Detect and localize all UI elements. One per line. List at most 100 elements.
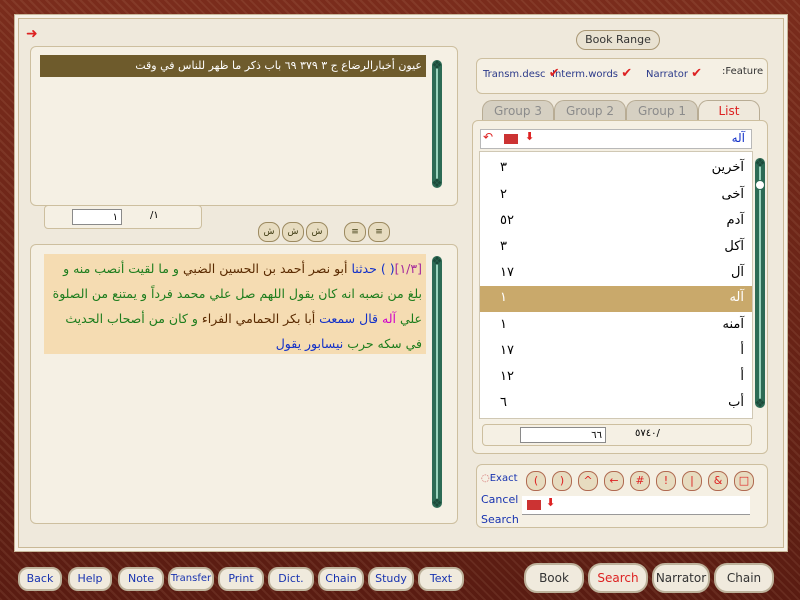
format-button-3[interactable]: ش (306, 222, 328, 242)
transfer-button[interactable]: Transfer (168, 567, 214, 591)
tab-group-1[interactable]: Group 1 (626, 100, 698, 121)
list-word: آل (730, 265, 744, 280)
keyboard-icon[interactable] (503, 133, 519, 145)
list-word: أ (740, 369, 744, 384)
align-button-2[interactable]: ≡ (368, 222, 390, 242)
hadith-word: نيسابور يقول (275, 336, 344, 351)
op-and-button[interactable]: & (708, 471, 728, 491)
transm-desc-feature[interactable]: Transm.desc ✔ (483, 66, 560, 81)
narrator-feature[interactable]: Narrator ✔ (646, 66, 702, 81)
checkbox-icon[interactable]: ✔ (691, 66, 702, 81)
toggle-arrow-icon[interactable]: ➜ (26, 26, 38, 42)
op-not-button[interactable]: ! (656, 471, 676, 491)
hadith-word: سمعت (319, 311, 356, 326)
list-count: ٥٢ (500, 213, 514, 228)
list-count: ١ (500, 317, 507, 332)
down-arrow-icon[interactable]: ⬇ (525, 130, 534, 143)
tab-group-2[interactable]: Group 2 (554, 100, 626, 121)
print-button[interactable]: Print (218, 567, 264, 591)
exact-option[interactable]: ◌Exact (481, 473, 518, 484)
list-count: ٢ (500, 187, 507, 202)
note-button[interactable]: Note (118, 567, 164, 591)
list-word: أ (740, 343, 744, 358)
chain-small-button[interactable]: Chain (318, 567, 364, 591)
list-word: آخرين (711, 160, 744, 175)
scroll-ornament-icon: ❖ (754, 156, 766, 170)
list-count: ١٧ (500, 265, 514, 280)
format-button-2[interactable]: ش (282, 222, 304, 242)
highlighted-word[interactable]: آله (382, 311, 396, 326)
op-hash-button[interactable]: # (630, 471, 650, 491)
align-button-1[interactable]: ≡ (344, 222, 366, 242)
scroll-ornament-icon: ❖ (431, 176, 443, 190)
list-position-input[interactable]: ٦٦ (520, 427, 606, 443)
format-button-1[interactable]: ش (258, 222, 280, 242)
scroll-ornament-icon: ❖ (754, 396, 766, 410)
chain-mode-button[interactable]: Chain (714, 563, 774, 593)
list-item-selected[interactable]: آله ١ (480, 286, 752, 312)
interm-words-feature[interactable]: Interm.words ✔ (552, 66, 632, 81)
op-open-paren-button[interactable]: ( (526, 471, 546, 491)
hadith-word: و ما لقيت أنصب منه (73, 261, 179, 276)
scroll-ornament-icon: ❖ (431, 58, 443, 72)
op-caret-button[interactable]: ^ (578, 471, 598, 491)
page-input[interactable]: ١ (72, 209, 122, 225)
top-text-scrollbar[interactable]: ❖ ❖ (431, 58, 443, 190)
page-navigator (44, 205, 202, 229)
list-count: ٣ (500, 239, 507, 254)
keyboard-icon[interactable] (526, 499, 542, 511)
list-item[interactable]: أب ٦ (480, 391, 752, 417)
text-button[interactable]: Text (418, 567, 464, 591)
hadith-scrollbar[interactable]: ❖ ❖ (431, 254, 443, 510)
search-mode-button[interactable]: Search (588, 563, 648, 593)
list-count: ١٧ (500, 343, 514, 358)
list-item[interactable]: آل ١٧ (480, 261, 752, 287)
checkbox-icon[interactable]: ✔ (549, 66, 560, 81)
list-item[interactable]: آخرين ٣ (480, 156, 752, 182)
study-button[interactable]: Study (368, 567, 414, 591)
op-arrow-button[interactable]: ← (604, 471, 624, 491)
narrator-name[interactable]: أبو نصر أحمد بن الحسين الضبي (183, 261, 348, 276)
op-box-button[interactable]: □ (734, 471, 754, 491)
list-word: آكل (724, 239, 744, 254)
list-search-input[interactable]: آله (732, 131, 745, 145)
page-total: /١ (150, 210, 159, 221)
list-word: أب (728, 395, 744, 410)
down-arrow-icon[interactable]: ⬇ (546, 496, 555, 509)
tab-list[interactable]: List (698, 100, 760, 121)
op-or-button[interactable]: | (682, 471, 702, 491)
narrator-mode-button[interactable]: Narrator (652, 563, 710, 593)
narrator-name[interactable]: أبا بكر الحمامي الفراء (202, 311, 315, 326)
scroll-ornament-icon: ❖ (431, 254, 443, 268)
list-item[interactable]: آكل ٣ (480, 235, 752, 261)
cancel-button[interactable]: Cancel (481, 493, 518, 506)
list-count: ١ (500, 290, 507, 305)
list-item[interactable]: أ ١٧ (480, 339, 752, 365)
list-total: /٥٧٤٠ (635, 428, 660, 439)
book-mode-button[interactable]: Book (524, 563, 584, 593)
dict-button[interactable]: Dict. (268, 567, 314, 591)
help-button[interactable]: Help (68, 567, 112, 591)
list-word: آخى (721, 187, 744, 202)
book-range-button[interactable]: Book Range (576, 30, 660, 50)
search-button[interactable]: Search (481, 513, 519, 526)
list-item[interactable]: آخى ٢ (480, 183, 752, 209)
list-count: ٣ (500, 160, 507, 175)
hadith-ref: [١/٣] (394, 261, 422, 276)
list-item[interactable]: آدم ٥٢ (480, 209, 752, 235)
list-item[interactable]: أ ١٢ (480, 365, 752, 391)
op-close-paren-button[interactable]: ) (552, 471, 572, 491)
word-list: آخرين ٣ آخى ٢ آدم ٥٢ آكل ٣ آل ١٧ آله ١ آمنه ١ أ… (479, 151, 753, 419)
checkbox-icon[interactable]: ✔ (621, 66, 632, 81)
hadith-brace: ( ) (380, 261, 395, 276)
back-button[interactable]: Back (18, 567, 62, 591)
undo-icon[interactable]: ↶ (483, 130, 493, 144)
radio-icon[interactable]: ◌ (481, 473, 490, 484)
hadith-word: و كان من أصحاب (107, 311, 198, 326)
search-input[interactable]: ⬇ (522, 496, 750, 515)
scroll-thumb[interactable] (755, 180, 765, 190)
list-scrollbar[interactable]: ❖ ❖ (754, 156, 766, 410)
tab-group-3[interactable]: Group 3 (482, 100, 554, 121)
text-controls: ش ش ش ≡ ≡ (244, 220, 400, 242)
list-item[interactable]: آمنه ١ (480, 313, 752, 339)
